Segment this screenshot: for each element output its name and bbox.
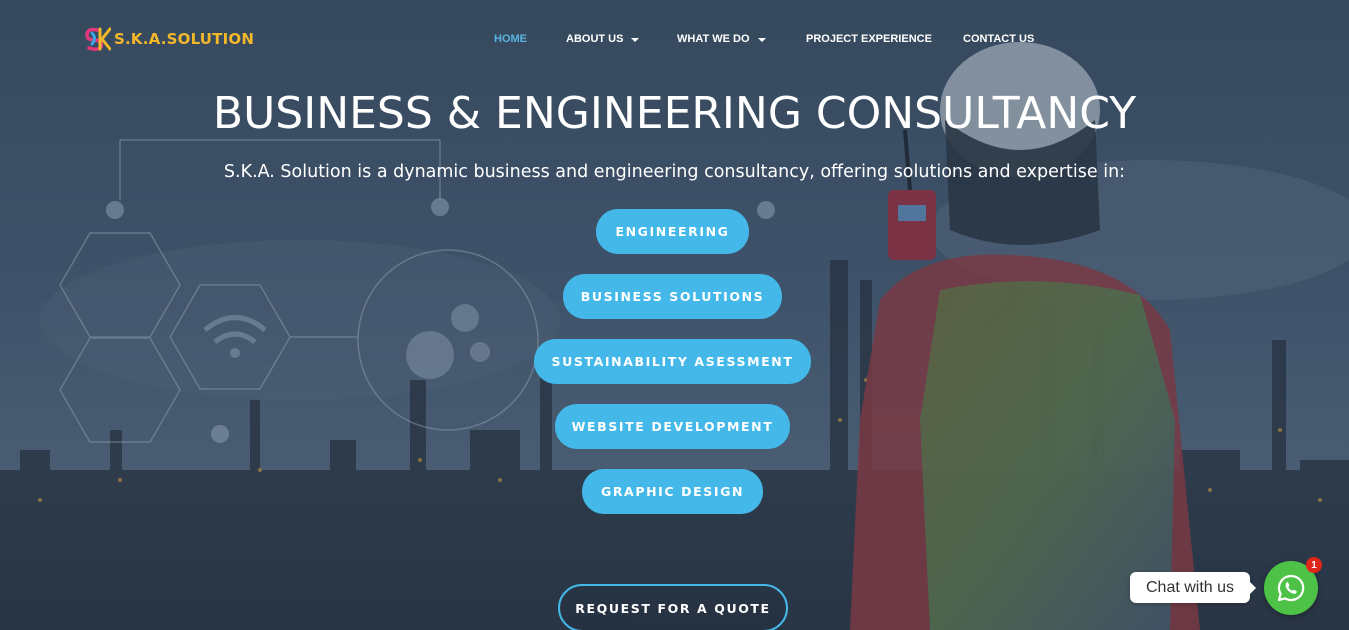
nav-item-label: CONTACT US bbox=[963, 33, 1035, 45]
hero-section: S.K.A.SOLUTION HOME ABOUT US WHAT WE DO … bbox=[0, 0, 1349, 630]
site-logo[interactable]: S.K.A.SOLUTION bbox=[83, 26, 254, 52]
service-button-business-solutions[interactable]: BUSINESS SOLUTIONS bbox=[563, 274, 782, 319]
logo-text: S.K.A.SOLUTION bbox=[114, 30, 255, 48]
chat-with-us-label[interactable]: Chat with us bbox=[1130, 572, 1257, 603]
nav-item-label: ABOUT US bbox=[566, 33, 624, 45]
nav-item-label: HOME bbox=[494, 33, 527, 45]
service-button-website-development[interactable]: WEBSITE DEVELOPMENT bbox=[555, 404, 790, 449]
nav-item-contact-us[interactable]: CONTACT US bbox=[963, 33, 1034, 45]
hero-subtitle: S.K.A. Solution is a dynamic business an… bbox=[223, 162, 1126, 182]
notification-badge: 1 bbox=[1306, 557, 1322, 573]
whatsapp-icon bbox=[1277, 574, 1305, 602]
service-button-sustainability-assessment[interactable]: SUSTAINABILITY ASESSMENT bbox=[534, 339, 811, 384]
nav-item-project-experience[interactable]: PROJECT EXPERIENCE bbox=[806, 33, 963, 45]
request-quote-button[interactable]: REQUEST FOR A QUOTE bbox=[558, 584, 788, 630]
service-button-engineering[interactable]: ENGINEERING bbox=[596, 209, 749, 254]
nav-item-label: PROJECT EXPERIENCE bbox=[806, 33, 932, 45]
service-button-graphic-design[interactable]: GRAPHIC DESIGN bbox=[582, 469, 763, 514]
main-navigation: HOME ABOUT US WHAT WE DO PROJECT EXPERIE… bbox=[494, 30, 1034, 48]
ska-logo-icon bbox=[85, 27, 111, 52]
nav-item-about-us[interactable]: ABOUT US bbox=[566, 33, 677, 45]
nav-item-home[interactable]: HOME bbox=[494, 33, 566, 45]
hero-title: BUSINESS & ENGINEERING CONSULTANCY bbox=[212, 88, 1137, 139]
nav-item-what-we-do[interactable]: WHAT WE DO bbox=[677, 33, 806, 45]
chevron-down-icon bbox=[757, 37, 766, 42]
nav-item-label: WHAT WE DO bbox=[677, 33, 750, 45]
chevron-down-icon bbox=[631, 37, 640, 42]
